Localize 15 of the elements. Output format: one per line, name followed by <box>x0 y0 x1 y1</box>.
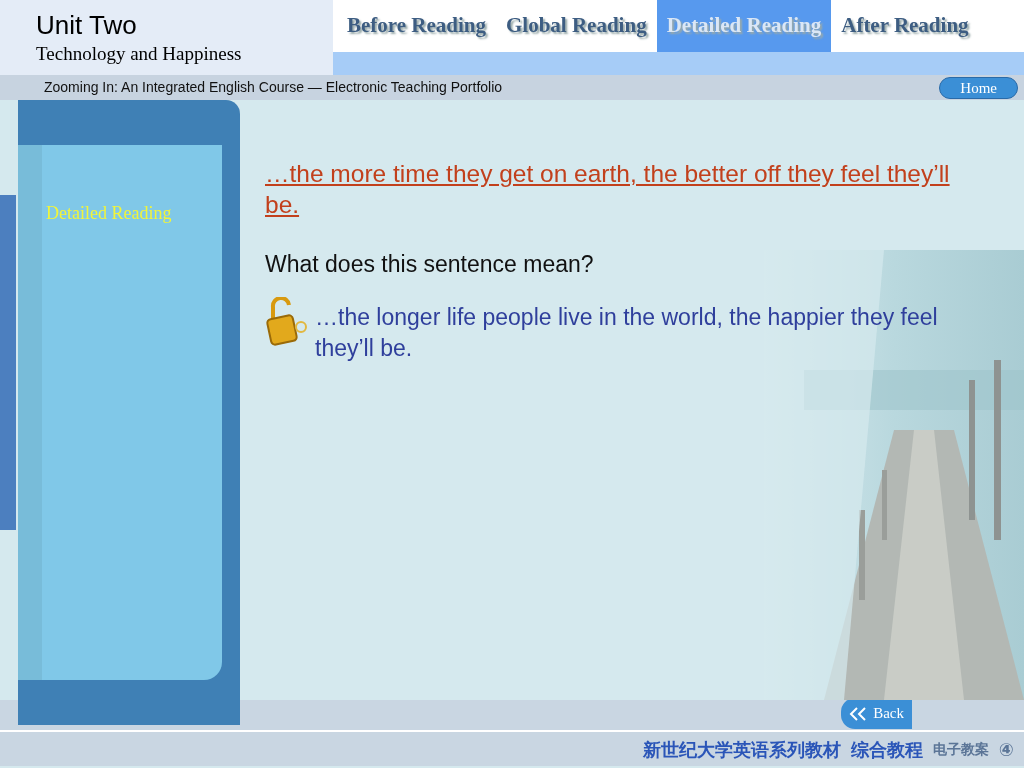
double-chevron-icon <box>849 706 868 721</box>
question-text: What does this sentence mean? <box>265 250 595 279</box>
book-title: 综合教程 <box>850 737 923 762</box>
sidebar-label: Detailed Reading <box>46 202 173 225</box>
nav-tab[interactable]: Detailed Reading <box>656 0 832 52</box>
course-title: Zooming In: An Integrated English Course — Electronic Teaching Portfolio <box>44 78 503 97</box>
quote-link[interactable]: …the more time they get on earth, the better off they feel they’ll be. <box>265 158 988 220</box>
unit-subtitle: Technology and Happiness <box>36 42 243 66</box>
series-title: 新世纪大学英语系列教材 <box>642 737 841 762</box>
back-button[interactable]: Back <box>841 698 912 729</box>
unit-title: Unit Two <box>36 10 138 40</box>
answer-text: …the longer life people live in the world, the happier they feel they’ll be. <box>315 302 939 363</box>
page-number: ④ <box>998 737 1014 762</box>
portfolio-label: 电子教案 <box>932 739 989 759</box>
home-button[interactable]: Home <box>939 76 1018 99</box>
